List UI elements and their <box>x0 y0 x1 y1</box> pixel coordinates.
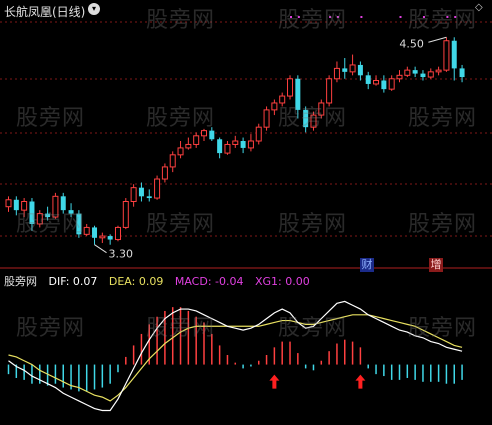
collapse-icon[interactable]: ▾ <box>88 3 100 15</box>
candle-down <box>342 68 348 72</box>
nav-icon[interactable]: ◇ <box>475 2 483 13</box>
candle-up <box>177 147 184 156</box>
candle-up <box>52 195 59 218</box>
chart-canvas: 3.30 4.50 <box>0 16 492 412</box>
dif-line <box>8 300 463 412</box>
candle-up <box>21 201 28 211</box>
candle-up <box>427 71 434 78</box>
candle-down <box>138 187 144 197</box>
candle-up <box>122 201 129 228</box>
candle-up <box>169 154 176 168</box>
candle-up <box>318 102 325 116</box>
candle-up <box>287 78 294 97</box>
candle-up <box>255 126 262 142</box>
candle-down <box>381 80 387 90</box>
candlestick-series: 3.30 4.50 <box>5 16 465 261</box>
candle-up <box>435 69 442 73</box>
signal-dot <box>446 16 449 18</box>
candle-down <box>92 227 98 238</box>
candle-down <box>76 213 82 235</box>
signal-dot <box>297 16 300 18</box>
signal-dot <box>290 16 293 18</box>
candle-up <box>201 130 207 137</box>
candle-up <box>396 74 403 80</box>
candle-up <box>154 178 161 199</box>
candle-up <box>99 235 106 239</box>
candle-up <box>263 109 270 128</box>
dif-value: DIF: 0.07 <box>48 275 98 288</box>
chart-title: 长航凤凰(日线) <box>4 5 86 19</box>
candle-down <box>209 130 215 140</box>
candle-up <box>326 78 333 104</box>
candle-down <box>412 70 418 74</box>
signal-dot <box>360 16 363 18</box>
candle-down <box>303 109 309 128</box>
indicator-name: 股旁网 <box>4 275 37 288</box>
candle-up <box>5 199 12 208</box>
candle-up <box>232 140 239 145</box>
candle-up <box>349 64 356 73</box>
candle-up <box>310 114 317 128</box>
candle-down <box>107 236 113 240</box>
candle-down <box>451 40 457 69</box>
candle-down <box>217 139 223 154</box>
low-price-label: 3.30 <box>109 248 133 261</box>
candle-up <box>271 102 278 111</box>
increase-tag[interactable]: 增 <box>429 258 443 272</box>
candle-up <box>373 80 380 85</box>
signal-dot <box>422 16 425 18</box>
candle-down <box>13 199 19 211</box>
candle-up <box>247 140 254 149</box>
candle-up <box>193 135 200 145</box>
high-price-label: 4.50 <box>399 37 424 50</box>
price-grid <box>0 21 492 269</box>
macd-panel <box>7 300 463 412</box>
signal-dot <box>399 16 402 18</box>
candle-down <box>420 73 426 78</box>
candle-up <box>130 187 137 203</box>
buy-arrow-icon <box>355 374 366 389</box>
candle-down <box>240 141 246 148</box>
candle-down <box>357 64 363 76</box>
macd-legend: 股旁网 DIF: 0.07 DEA: 0.09 MACD: -0.04 XG1:… <box>4 273 318 289</box>
candle-up <box>161 166 168 180</box>
candle-up <box>185 143 192 149</box>
xg1-value: XG1: 0.00 <box>254 275 310 288</box>
signal-dot <box>329 16 332 18</box>
candle-down <box>29 201 35 224</box>
candle-down <box>146 196 152 199</box>
candle-up <box>404 69 411 76</box>
macd-value: MACD: -0.04 <box>174 275 244 288</box>
candle-up <box>443 40 450 71</box>
candle-down <box>68 210 74 214</box>
candle-up <box>114 226 121 241</box>
candle-down <box>60 196 66 211</box>
candle-up <box>36 213 43 225</box>
signal-dot <box>336 16 339 18</box>
signal-dot <box>454 16 457 18</box>
low-pointer <box>94 244 107 254</box>
candle-up <box>224 143 231 154</box>
candle-down <box>295 78 301 110</box>
finance-tag[interactable]: 财 <box>360 258 374 272</box>
candle-up <box>388 78 395 90</box>
candle-up <box>279 95 286 104</box>
candle-up <box>83 226 90 235</box>
candle-down <box>365 75 371 84</box>
buy-arrow-icon <box>269 374 280 389</box>
dea-value: DEA: 0.09 <box>108 275 164 288</box>
candle-up <box>333 67 340 80</box>
candle-down <box>45 213 51 218</box>
candle-down <box>459 68 465 78</box>
